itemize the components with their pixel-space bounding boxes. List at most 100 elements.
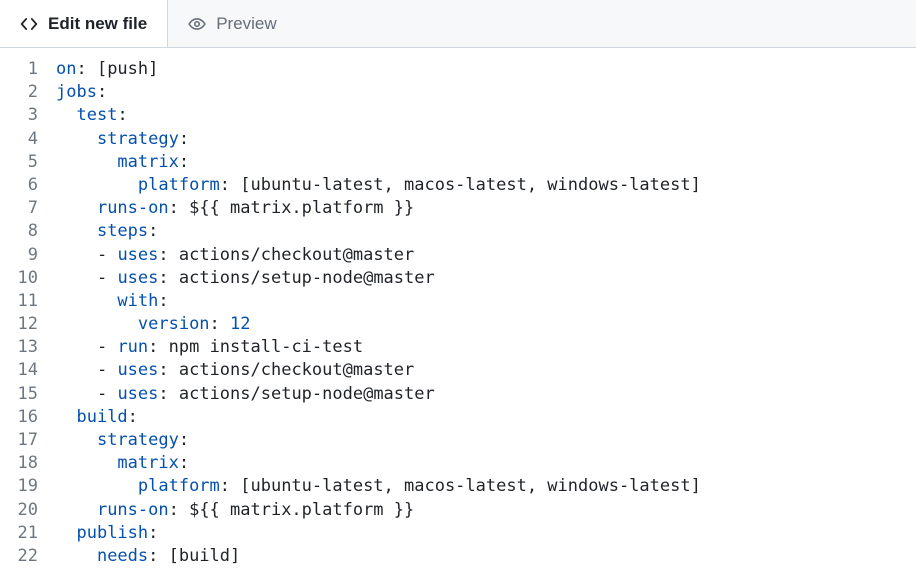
code-icon xyxy=(20,15,38,33)
code-line[interactable]: matrix: xyxy=(56,151,916,174)
yaml-text xyxy=(56,476,138,496)
yaml-text xyxy=(56,105,76,125)
yaml-key: version xyxy=(138,314,210,334)
yaml-text: : npm install-ci-test xyxy=(148,337,363,357)
line-number: 19 xyxy=(0,475,38,498)
line-number: 11 xyxy=(0,290,38,313)
yaml-text xyxy=(56,453,117,473)
code-line[interactable]: platform: [ubuntu-latest, macos-latest, … xyxy=(56,475,916,498)
code-line[interactable]: build: xyxy=(56,406,916,429)
yaml-text xyxy=(56,175,138,195)
yaml-text: : xyxy=(210,314,230,334)
tab-edit-new-file[interactable]: Edit new file xyxy=(0,0,168,47)
line-number: 21 xyxy=(0,522,38,545)
yaml-text: : [ubuntu-latest, macos-latest, windows-… xyxy=(220,476,701,496)
line-number: 20 xyxy=(0,499,38,522)
code-line[interactable]: strategy: xyxy=(56,429,916,452)
yaml-dash: - xyxy=(97,360,117,380)
line-number-gutter: 12345678910111213141516171819202122 xyxy=(0,58,56,568)
yaml-text xyxy=(56,245,97,265)
yaml-key: with xyxy=(117,291,158,311)
yaml-key: uses xyxy=(117,360,158,380)
yaml-key: matrix xyxy=(117,453,178,473)
yaml-key: on xyxy=(56,59,76,79)
line-number: 10 xyxy=(0,267,38,290)
code-line[interactable]: - uses: actions/checkout@master xyxy=(56,244,916,267)
line-number: 18 xyxy=(0,452,38,475)
code-line[interactable]: strategy: xyxy=(56,128,916,151)
yaml-key: platform xyxy=(138,476,220,496)
yaml-text xyxy=(56,546,97,566)
yaml-text xyxy=(56,360,97,380)
code-editor[interactable]: 12345678910111213141516171819202122 on: … xyxy=(0,48,916,568)
yaml-text: : xyxy=(158,291,168,311)
yaml-key: strategy xyxy=(97,430,179,450)
tab-preview[interactable]: Preview xyxy=(168,0,296,47)
code-line[interactable]: steps: xyxy=(56,220,916,243)
yaml-text: : [build] xyxy=(148,546,240,566)
code-line[interactable]: - uses: actions/setup-node@master xyxy=(56,383,916,406)
yaml-key: publish xyxy=(76,523,148,543)
tab-label: Edit new file xyxy=(48,14,147,34)
yaml-key: strategy xyxy=(97,129,179,149)
tabs-bar: Edit new file Preview xyxy=(0,0,916,48)
code-line[interactable]: needs: [build] xyxy=(56,545,916,568)
yaml-text: : actions/setup-node@master xyxy=(158,384,434,404)
line-number: 1 xyxy=(0,58,38,81)
yaml-key: run xyxy=(117,337,148,357)
code-line[interactable]: runs-on: ${{ matrix.platform }} xyxy=(56,197,916,220)
yaml-text: : xyxy=(97,82,107,102)
yaml-text xyxy=(56,152,117,172)
line-number: 14 xyxy=(0,359,38,382)
code-line[interactable]: - uses: actions/setup-node@master xyxy=(56,267,916,290)
yaml-text xyxy=(56,500,97,520)
yaml-text xyxy=(56,384,97,404)
yaml-key: runs-on xyxy=(97,500,169,520)
yaml-text xyxy=(56,221,97,241)
yaml-text xyxy=(56,198,97,218)
yaml-text: : xyxy=(128,407,138,427)
code-content[interactable]: on: [push]jobs: test: strategy: matrix : … xyxy=(56,58,916,568)
line-number: 9 xyxy=(0,244,38,267)
yaml-key: needs xyxy=(97,546,148,566)
yaml-text: : [ubuntu-latest, macos-latest, windows-… xyxy=(220,175,701,195)
yaml-text xyxy=(56,129,97,149)
code-line[interactable]: - uses: actions/checkout@master xyxy=(56,359,916,382)
yaml-key: uses xyxy=(117,245,158,265)
line-number: 13 xyxy=(0,336,38,359)
code-line[interactable]: publish: xyxy=(56,522,916,545)
yaml-text: : actions/checkout@master xyxy=(158,360,414,380)
yaml-text xyxy=(56,430,97,450)
code-line[interactable]: platform: [ubuntu-latest, macos-latest, … xyxy=(56,174,916,197)
code-line[interactable]: - run: npm install-ci-test xyxy=(56,336,916,359)
line-number: 8 xyxy=(0,220,38,243)
yaml-number: 12 xyxy=(230,314,250,334)
code-line[interactable]: matrix: xyxy=(56,452,916,475)
yaml-text xyxy=(56,291,117,311)
yaml-text xyxy=(56,337,97,357)
yaml-key: runs-on xyxy=(97,198,169,218)
yaml-key: platform xyxy=(138,175,220,195)
eye-icon xyxy=(188,15,206,33)
yaml-key: uses xyxy=(117,268,158,288)
yaml-text xyxy=(56,523,76,543)
code-line[interactable]: with: xyxy=(56,290,916,313)
code-line[interactable]: test: xyxy=(56,104,916,127)
yaml-text: : xyxy=(148,221,158,241)
yaml-dash: - xyxy=(97,268,117,288)
code-line[interactable]: runs-on: ${{ matrix.platform }} xyxy=(56,499,916,522)
line-number: 7 xyxy=(0,197,38,220)
code-line[interactable]: on: [push] xyxy=(56,58,916,81)
yaml-text: : xyxy=(179,430,189,450)
yaml-key: test xyxy=(76,105,117,125)
tab-label: Preview xyxy=(216,14,276,34)
code-line[interactable]: version: 12 xyxy=(56,313,916,336)
yaml-text: : [push] xyxy=(76,59,158,79)
line-number: 2 xyxy=(0,81,38,104)
code-line[interactable]: jobs: xyxy=(56,81,916,104)
yaml-text: : ${{ matrix.platform }} xyxy=(169,198,415,218)
line-number: 6 xyxy=(0,174,38,197)
line-number: 22 xyxy=(0,545,38,568)
yaml-text xyxy=(56,314,138,334)
line-number: 4 xyxy=(0,128,38,151)
